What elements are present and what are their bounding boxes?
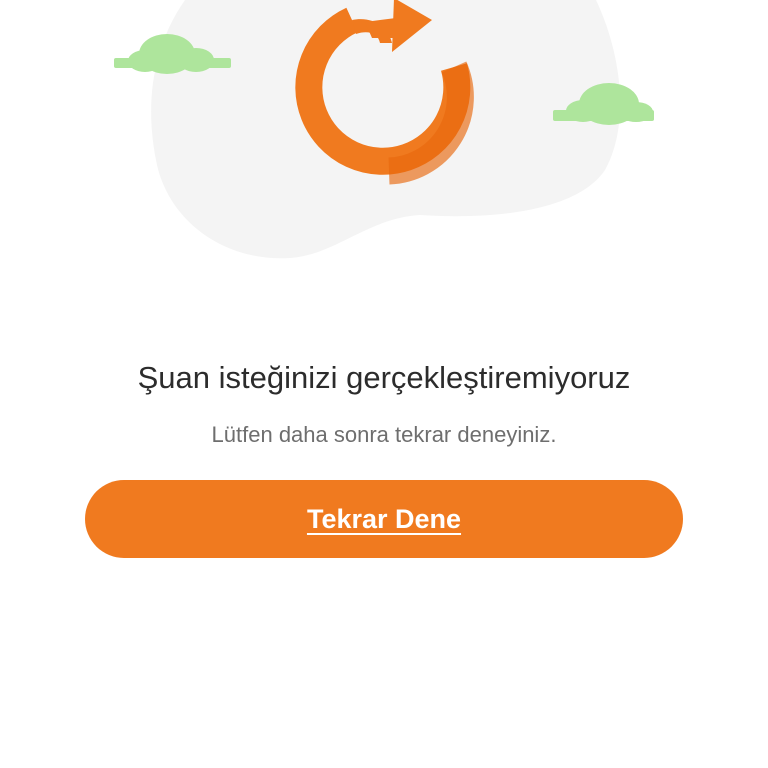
error-title: Şuan isteğinizi gerçekleştiremiyoruz xyxy=(137,360,631,395)
retry-button-label: Tekrar Dene xyxy=(306,503,462,534)
error-screen: Şuan isteğinizi gerçekleştiremiyoruz Lüt… xyxy=(0,0,768,768)
error-message: Lütfen daha sonra tekrar deneyiniz. xyxy=(211,422,557,447)
retry-button[interactable]: Tekrar Dene xyxy=(85,480,683,558)
error-illustration xyxy=(114,0,654,259)
